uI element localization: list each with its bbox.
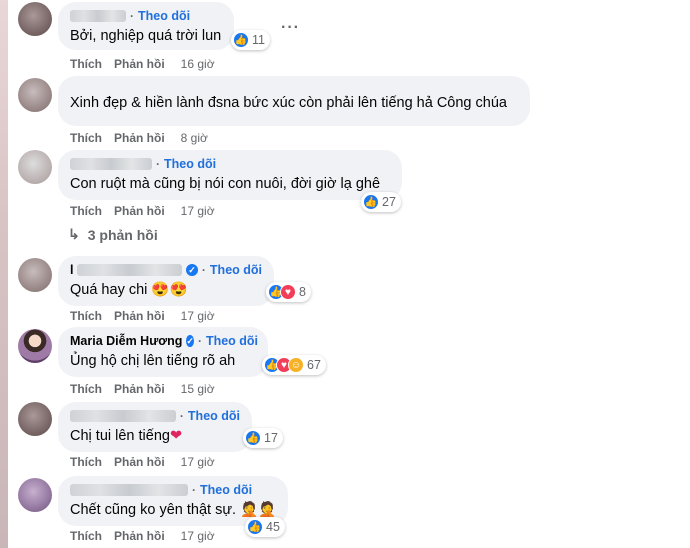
timestamp[interactable]: 16 giờ: [181, 57, 215, 71]
comment-text: Ủng hộ chị lên tiếng rõ ah: [70, 353, 236, 369]
red-heart-emoji: ❤: [169, 428, 183, 444]
reply-button[interactable]: Phản hồi: [114, 131, 165, 145]
verified-badge-icon: ✓: [186, 335, 194, 347]
reaction-summary[interactable]: 👍 ♥ ☺ 67: [262, 355, 326, 375]
comment-author-row: · Theo dõi: [70, 482, 276, 498]
comment-bubble: · Theo dõi Chị tui lên tiếng❤: [58, 402, 252, 452]
author-name-blurred[interactable]: [70, 158, 152, 170]
reply-arrow-icon: ↳: [68, 226, 80, 242]
reply-button[interactable]: Phản hồi: [114, 455, 165, 469]
follow-button[interactable]: Theo dõi: [138, 8, 190, 24]
comment-actions: Thích Phản hồi 8 giờ: [70, 131, 208, 145]
reaction-summary[interactable]: 👍 45: [245, 517, 285, 537]
like-button[interactable]: Thích: [70, 57, 102, 71]
heart-icon: ♥: [280, 284, 296, 300]
avatar[interactable]: [18, 78, 52, 112]
timestamp[interactable]: 17 giờ: [181, 455, 215, 469]
reaction-summary[interactable]: 👍 17: [243, 428, 283, 448]
comment-text: Xinh đẹp & hiền lành đsna bức xúc còn ph…: [70, 95, 507, 111]
care-icon: ☺: [288, 357, 304, 373]
reply-button[interactable]: Phản hồi: [114, 529, 165, 543]
follow-button[interactable]: Theo dõi: [206, 333, 258, 349]
comment-text: Chị tui lên tiếng❤: [70, 428, 183, 444]
like-button[interactable]: Thích: [70, 455, 102, 469]
view-replies-link[interactable]: ↳ 3 phản hồi: [68, 226, 158, 243]
comment-text: Chết cũng ko yên thật sự. 🤦🤦: [70, 502, 277, 518]
author-name-blurred[interactable]: [70, 484, 188, 496]
reaction-summary[interactable]: 👍 27: [361, 192, 401, 212]
follow-button[interactable]: Theo dõi: [210, 262, 262, 278]
comment-bubble: Maria Diễm Hương ✓ · Theo dõi Ủng hộ chị…: [58, 327, 268, 377]
comment-text: Bởi, nghiệp quá trời lun: [70, 28, 222, 44]
reaction-summary[interactable]: 👍 ♥ 8: [266, 282, 311, 302]
comment-actions: Thích Phản hồi 16 giờ: [70, 57, 215, 71]
reply-button[interactable]: Phản hồi: [114, 57, 165, 71]
thumbs-up-icon: 👍: [233, 32, 249, 48]
author-name-blurred[interactable]: [70, 10, 126, 22]
avatar[interactable]: [18, 329, 52, 363]
thumbs-up-icon: 👍: [245, 430, 261, 446]
comment-author-row: · Theo dõi: [70, 156, 390, 172]
more-options-icon[interactable]: ···: [281, 19, 300, 37]
like-button[interactable]: Thích: [70, 131, 102, 145]
comment-author-row: · Theo dõi: [70, 408, 240, 424]
timestamp[interactable]: 8 giờ: [181, 131, 208, 145]
reply-button[interactable]: Phản hồi: [114, 204, 165, 218]
avatar[interactable]: [18, 402, 52, 436]
comment-bubble: · Theo dõi Bởi, nghiệp quá trời lun: [58, 2, 234, 50]
timestamp[interactable]: 17 giờ: [181, 309, 215, 323]
reaction-summary[interactable]: 👍 11: [231, 30, 270, 50]
avatar[interactable]: [18, 150, 52, 184]
like-button[interactable]: Thích: [70, 204, 102, 218]
follow-button[interactable]: Theo dõi: [200, 482, 252, 498]
comment-bubble: l ✓ · Theo dõi Quá hay chi 😍😍: [58, 256, 274, 306]
avatar[interactable]: [18, 478, 52, 512]
comment-actions: Thích Phản hồi 17 giờ: [70, 455, 215, 469]
follow-button[interactable]: Theo dõi: [164, 156, 216, 172]
comment-author-row: Maria Diễm Hương ✓ · Theo dõi: [70, 333, 259, 349]
author-name[interactable]: Maria Diễm Hương: [70, 333, 182, 349]
comment-text: Con ruột mà cũng bị nói con nuôi, đời gi…: [70, 176, 381, 192]
timestamp[interactable]: 15 giờ: [181, 382, 215, 396]
follow-button[interactable]: Theo dõi: [188, 408, 240, 424]
like-button[interactable]: Thích: [70, 382, 102, 396]
verified-badge-icon: ✓: [186, 264, 198, 276]
avatar[interactable]: [18, 2, 52, 36]
like-button[interactable]: Thích: [70, 529, 102, 543]
reply-button[interactable]: Phản hồi: [114, 309, 165, 323]
comment-text: Quá hay chi 😍😍: [70, 282, 188, 298]
comment-author-row: · Theo dõi: [70, 8, 222, 24]
comment-actions: Thích Phản hồi 17 giờ: [70, 204, 215, 218]
comment-bubble: · Theo dõi Con ruột mà cũng bị nói con n…: [58, 150, 402, 200]
like-button[interactable]: Thích: [70, 309, 102, 323]
comment-bubble: Xinh đẹp & hiền lành đsna bức xúc còn ph…: [58, 76, 530, 126]
thumbs-up-icon: 👍: [247, 519, 263, 535]
reply-button[interactable]: Phản hồi: [114, 382, 165, 396]
avatar[interactable]: [18, 258, 52, 292]
timestamp[interactable]: 17 giờ: [181, 204, 215, 218]
author-name-blurred[interactable]: [77, 264, 183, 276]
comment-actions: Thích Phản hồi 17 giờ: [70, 529, 215, 543]
thumbs-up-icon: 👍: [363, 194, 379, 210]
comment-actions: Thích Phản hồi 15 giờ: [70, 382, 215, 396]
comment-author-row: l ✓ · Theo dõi: [70, 262, 262, 278]
timestamp[interactable]: 17 giờ: [181, 529, 215, 543]
background-strip: [0, 0, 8, 548]
comment-actions: Thích Phản hồi 17 giờ: [70, 309, 215, 323]
author-name-initial[interactable]: l: [70, 262, 73, 278]
heart-eyes-emoji: 😍😍: [151, 282, 188, 298]
author-name-blurred[interactable]: [70, 410, 176, 422]
